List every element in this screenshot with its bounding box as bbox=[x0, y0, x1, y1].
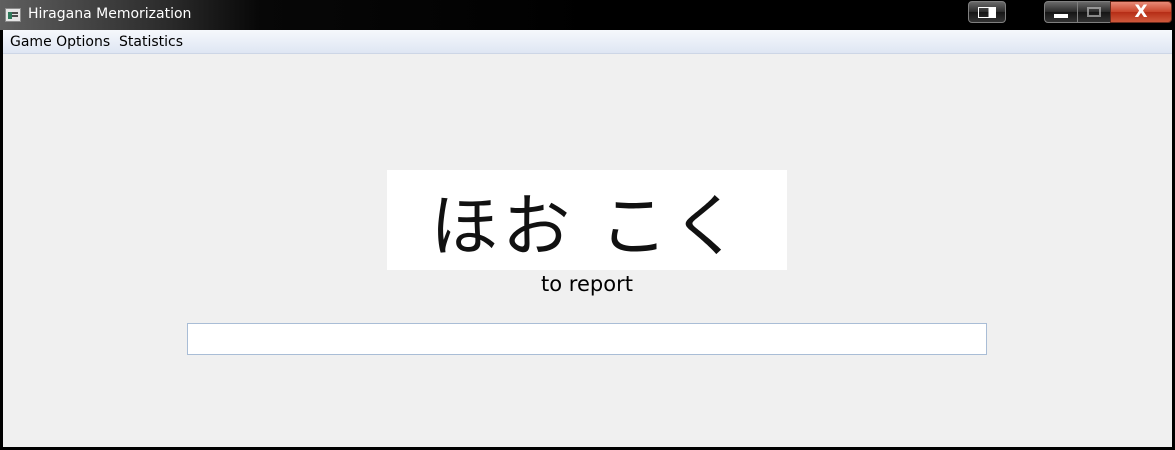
pin-window-button[interactable] bbox=[968, 1, 1006, 23]
main-panel: ほお こく to report bbox=[3, 54, 1172, 447]
app-icon[interactable] bbox=[5, 8, 21, 22]
translation-hint: to report bbox=[541, 272, 633, 296]
maximize-button[interactable] bbox=[1077, 1, 1111, 23]
answer-input[interactable] bbox=[187, 323, 987, 355]
menu-bar: Game Options Statistics bbox=[3, 30, 1172, 54]
close-button[interactable]: X bbox=[1110, 1, 1172, 23]
app-window: Hiragana Memorization X Game Options Sta… bbox=[0, 0, 1175, 450]
window-title: Hiragana Memorization bbox=[28, 6, 192, 22]
title-bar[interactable]: Hiragana Memorization X bbox=[0, 0, 1175, 30]
close-icon: X bbox=[1134, 2, 1148, 22]
menu-game-options[interactable]: Game Options bbox=[10, 34, 110, 50]
maximize-icon bbox=[1078, 2, 1110, 22]
menu-statistics[interactable]: Statistics bbox=[119, 34, 183, 50]
minimize-icon bbox=[1045, 2, 1077, 22]
pin-window-icon bbox=[969, 2, 1005, 22]
minimize-button[interactable] bbox=[1044, 1, 1078, 23]
kana-display: ほお こく bbox=[387, 170, 787, 270]
